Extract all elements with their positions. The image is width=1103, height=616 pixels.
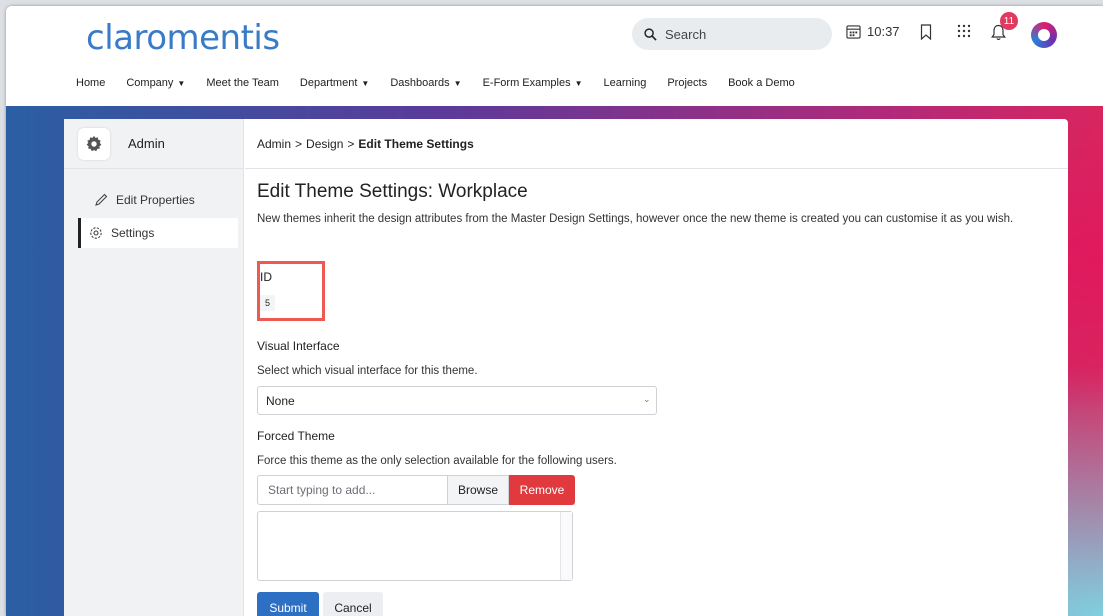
remove-button[interactable]: Remove	[509, 475, 575, 505]
nav-label: Book a Demo	[728, 77, 795, 89]
admin-gear-icon	[78, 127, 110, 160]
breadcrumb-current: Edit Theme Settings	[358, 136, 474, 151]
nav-item-eform-examples[interactable]: E-Form Examples ▼	[483, 77, 583, 89]
clock-time: 10:37	[867, 24, 900, 39]
search-box[interactable]: Search	[632, 18, 832, 50]
id-label: ID	[260, 270, 272, 284]
visual-interface-help: Select which visual interface for this t…	[257, 365, 478, 377]
breadcrumb-design[interactable]: Design	[306, 137, 343, 151]
nav-label: Home	[76, 77, 106, 89]
forced-theme-help: Force this theme as the only selection a…	[257, 455, 617, 467]
calendar-time[interactable]: 10:37	[846, 24, 900, 39]
nav-item-department[interactable]: Department ▼	[300, 77, 369, 89]
nav-label: Projects	[667, 77, 708, 89]
sidebar-item-settings[interactable]: Settings	[78, 218, 238, 248]
nav-label: E-Form Examples	[482, 77, 571, 89]
nav-label: Dashboards	[390, 77, 450, 89]
avatar[interactable]	[1031, 22, 1057, 48]
browse-button[interactable]: Browse	[447, 475, 509, 505]
top-header: claromentis Search 10:37 11 Home Company…	[6, 6, 1103, 106]
chevron-down-icon: ▼	[177, 78, 186, 88]
nav-label: Company	[126, 77, 174, 89]
nav-item-home[interactable]: Home	[76, 77, 105, 89]
breadcrumb-separator: >	[295, 136, 303, 151]
nav-item-meet-the-team[interactable]: Meet the Team	[206, 77, 279, 89]
nav-item-book-a-demo[interactable]: Book a Demo	[728, 77, 795, 89]
nav-label: Meet the Team	[206, 77, 279, 89]
chevron-down-icon: ⌄	[643, 394, 651, 404]
gear-icon	[90, 227, 102, 239]
nav-label: Learning	[603, 77, 647, 89]
chevron-down-icon: ▼	[453, 78, 462, 88]
sidebar-title: Admin	[128, 136, 165, 151]
submit-button[interactable]: Submit	[257, 592, 319, 616]
visual-interface-label: Visual Interface	[257, 339, 340, 353]
admin-card: Admin Edit Properties Settings Admin > D…	[64, 119, 1068, 616]
sidebar-item-label: Settings	[111, 226, 155, 240]
nav-label: Department	[299, 77, 358, 89]
id-value: 5	[260, 295, 276, 311]
browser-window: claromentis Search 10:37 11 Home Company…	[6, 6, 1103, 616]
nav-item-dashboards[interactable]: Dashboards ▼	[390, 77, 461, 89]
sidebar-item-label: Edit Properties	[116, 193, 195, 207]
breadcrumb-admin[interactable]: Admin	[257, 137, 291, 151]
visual-interface-select[interactable]: None	[257, 386, 657, 415]
bookmark-icon	[920, 24, 932, 40]
main-content: Admin > Design > Edit Theme Settings Edi…	[245, 119, 1068, 616]
page-description: New themes inherit the design attributes…	[257, 213, 1014, 225]
sidebar-header: Admin	[64, 119, 243, 169]
logo[interactable]: claromentis	[86, 18, 280, 58]
search-icon	[644, 27, 657, 41]
apps-button[interactable]	[957, 24, 971, 38]
selected-users-list[interactable]	[257, 511, 573, 581]
search-placeholder: Search	[665, 26, 707, 42]
chevron-down-icon: ▼	[574, 78, 583, 88]
forced-theme-label: Forced Theme	[257, 429, 335, 443]
page-title: Edit Theme Settings: Workplace	[257, 181, 528, 202]
breadcrumb: Admin > Design > Edit Theme Settings	[245, 119, 1068, 169]
nav-item-learning[interactable]: Learning	[604, 77, 647, 89]
form-area: Edit Theme Settings: Workplace New theme…	[257, 181, 1048, 616]
notification-badge: 11	[1000, 12, 1018, 30]
user-picker-input[interactable]	[257, 475, 447, 505]
breadcrumb-separator: >	[347, 136, 355, 151]
main-nav: Home Company ▼ Meet the Team Department ▼ …	[76, 77, 816, 89]
sidebar-item-edit-properties[interactable]: Edit Properties	[78, 185, 238, 215]
apps-grid-icon	[957, 24, 971, 38]
chevron-down-icon: ▼	[361, 78, 370, 88]
user-picker: Browse Remove	[257, 475, 575, 505]
sidebar: Admin Edit Properties Settings	[64, 119, 244, 616]
bookmark-button[interactable]	[920, 24, 932, 40]
list-scrollbar[interactable]	[560, 512, 572, 580]
id-highlight: ID 5	[257, 261, 325, 321]
nav-item-projects[interactable]: Projects	[667, 77, 707, 89]
cancel-button[interactable]: Cancel	[323, 592, 383, 616]
pencil-icon	[95, 193, 108, 206]
calendar-icon	[846, 25, 861, 39]
nav-item-company[interactable]: Company ▼	[126, 77, 185, 89]
